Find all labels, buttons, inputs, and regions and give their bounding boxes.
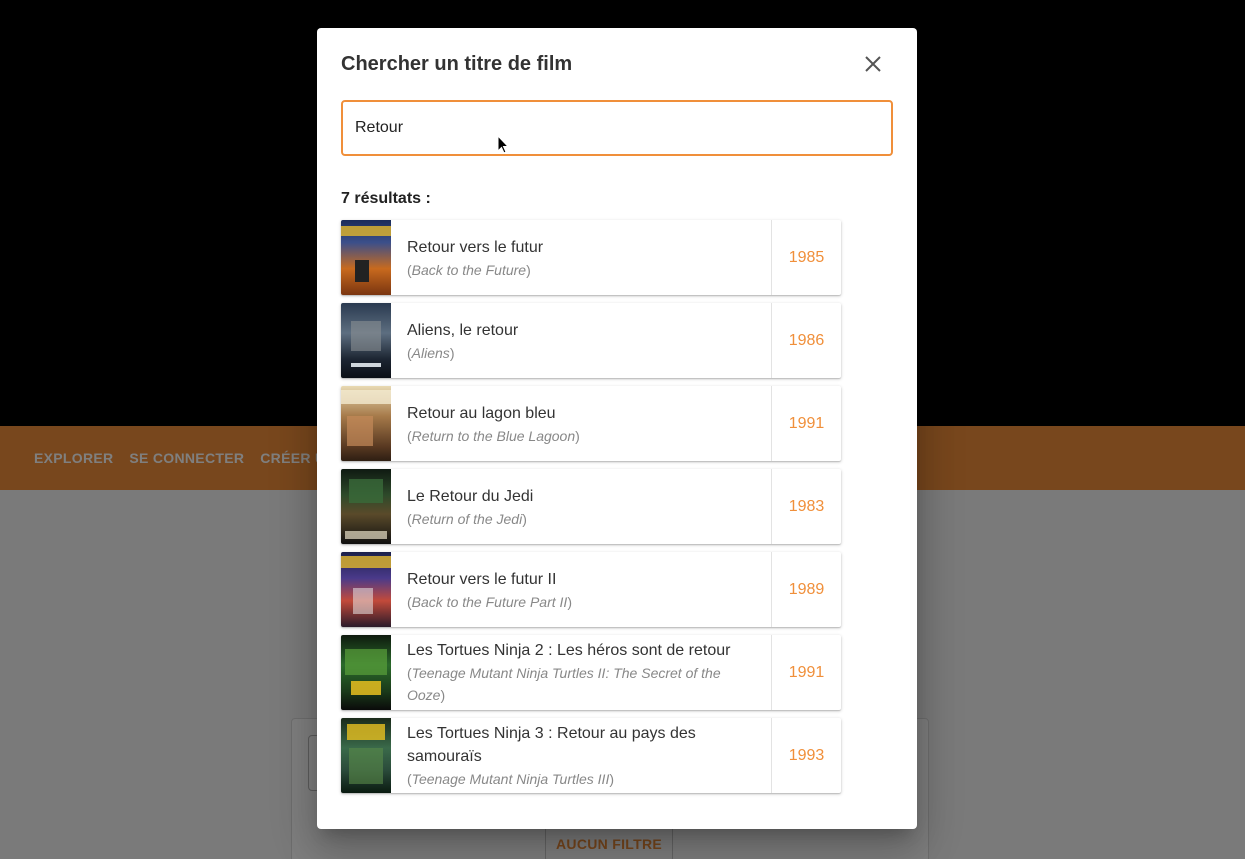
original-title: (Teenage Mutant Ninja Turtles III) <box>407 770 615 787</box>
poster-thumbnail <box>341 635 391 710</box>
original-title: (Return to the Blue Lagoon) <box>407 428 580 444</box>
movie-title: Les Tortues Ninja 3 : Retour au pays des… <box>407 724 696 765</box>
poster-thumbnail <box>341 718 391 793</box>
list-item[interactable]: Retour vers le futur (Back to the Future… <box>341 220 841 295</box>
movie-title: Retour au lagon bleu <box>407 405 556 422</box>
original-title: (Teenage Mutant Ninja Turtles II: The Se… <box>407 665 721 703</box>
original-title: (Return of the Jedi) <box>407 511 527 527</box>
mouse-cursor-icon <box>497 135 509 154</box>
list-item[interactable]: Aliens, le retour (Aliens) 1986 <box>341 303 841 378</box>
movie-title: Aliens, le retour <box>407 322 519 339</box>
original-title: (Back to the Future) <box>407 262 531 278</box>
movie-title: Retour vers le futur <box>407 239 544 256</box>
movie-year: 1985 <box>771 220 841 295</box>
original-title: (Back to the Future Part II) <box>407 594 572 610</box>
result-count: 7 résultats : <box>341 190 431 207</box>
movie-search-input[interactable] <box>341 100 893 156</box>
list-item[interactable]: Retour vers le futur II (Back to the Fut… <box>341 552 841 627</box>
poster-thumbnail <box>341 386 391 461</box>
list-item[interactable]: Retour au lagon bleu (Return to the Blue… <box>341 386 841 461</box>
movie-title: Le Retour du Jedi <box>407 488 534 505</box>
search-dialog: Chercher un titre de film 7 résultats : … <box>317 28 917 829</box>
close-button[interactable] <box>857 48 889 80</box>
poster-thumbnail <box>341 303 391 378</box>
list-item[interactable]: Les Tortues Ninja 2 : Les héros sont de … <box>341 635 841 710</box>
poster-thumbnail <box>341 220 391 295</box>
poster-thumbnail <box>341 552 391 627</box>
movie-year: 1991 <box>771 386 841 461</box>
movie-year: 1989 <box>771 552 841 627</box>
list-item[interactable]: Le Retour du Jedi (Return of the Jedi) 1… <box>341 469 841 544</box>
dialog-title: Chercher un titre de film <box>341 53 573 75</box>
movie-year: 1993 <box>771 718 841 793</box>
movie-title: Retour vers le futur II <box>407 571 557 588</box>
close-icon <box>865 56 881 72</box>
poster-thumbnail <box>341 469 391 544</box>
list-item[interactable]: Les Tortues Ninja 3 : Retour au pays des… <box>341 718 841 793</box>
movie-title: Les Tortues Ninja 2 : Les héros sont de … <box>407 642 731 659</box>
original-title: (Aliens) <box>407 345 455 361</box>
results-list: Retour vers le futur (Back to the Future… <box>341 220 841 801</box>
movie-year: 1983 <box>771 469 841 544</box>
movie-year: 1986 <box>771 303 841 378</box>
movie-year: 1991 <box>771 635 841 710</box>
